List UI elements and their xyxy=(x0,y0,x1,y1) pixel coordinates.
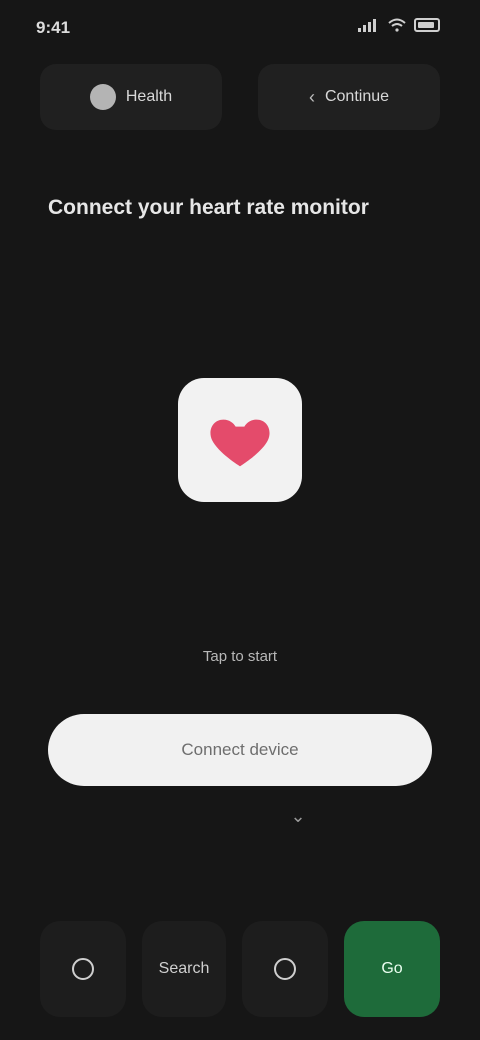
more-button[interactable] xyxy=(242,921,328,1017)
more-icon xyxy=(274,958,296,980)
screen: 9:41 Health ‹ Continue Connect your hear… xyxy=(0,0,480,1040)
caption: Tap to start xyxy=(202,648,278,665)
status-bar: 9:41 xyxy=(0,0,480,56)
status-time: 9:41 xyxy=(36,18,71,37)
continue-chip-label: Continue xyxy=(324,88,390,105)
search-button-label: Search xyxy=(158,960,210,977)
back-icon xyxy=(72,958,94,980)
search-button[interactable]: Search xyxy=(142,921,226,1017)
top-bar: Health ‹ Continue xyxy=(40,64,440,130)
page-title: Connect your heart rate monitor xyxy=(48,196,369,219)
continue-chip[interactable]: ‹ Continue xyxy=(258,64,440,130)
chevron-down-icon[interactable]: ⌄ xyxy=(286,806,310,826)
connect-device-button[interactable]: Connect device xyxy=(48,714,432,786)
profile-icon xyxy=(89,84,116,110)
battery-icon xyxy=(414,18,440,32)
profile-chip[interactable]: Health xyxy=(40,64,222,130)
profile-chip-label: Health xyxy=(125,88,173,105)
go-button[interactable]: Go xyxy=(344,921,440,1017)
arrow-left-icon: ‹ xyxy=(308,86,315,107)
heart-icon xyxy=(210,419,270,467)
back-button[interactable] xyxy=(40,921,126,1017)
go-button-label: Go xyxy=(381,960,403,977)
bottom-bar: Search Go xyxy=(40,914,440,1024)
app-tile[interactable] xyxy=(178,378,302,502)
signal-icon xyxy=(358,19,376,32)
status-icons xyxy=(358,18,440,32)
wifi-icon xyxy=(388,18,406,32)
